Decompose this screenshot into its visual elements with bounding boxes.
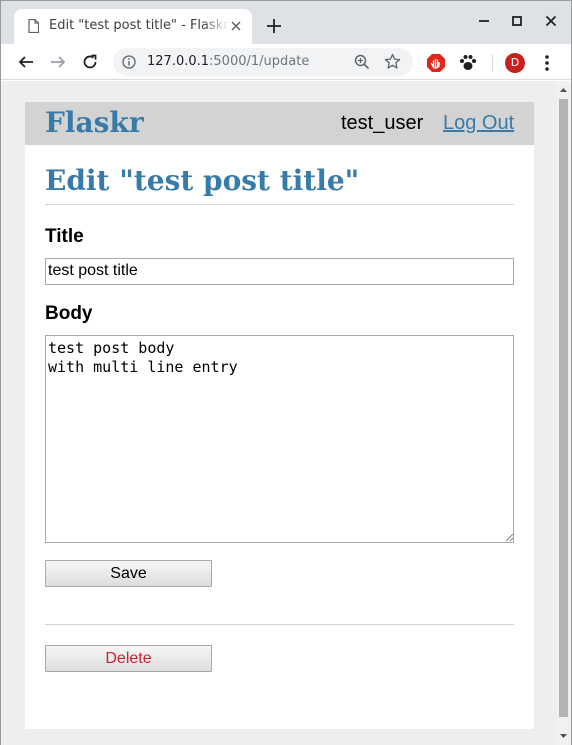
form-divider <box>45 624 514 625</box>
page-viewport: Flaskr test_user Log Out Edit "test post… <box>1 81 571 745</box>
logout-link[interactable]: Log Out <box>443 112 514 135</box>
header-divider <box>45 204 514 205</box>
back-icon[interactable] <box>17 53 35 71</box>
tab-strip: Edit "test post title" - Flaskr <box>1 1 571 44</box>
username-label: test_user <box>341 112 424 134</box>
tab-title: Edit "test post title" - Flaskr <box>49 18 229 33</box>
minimize-icon[interactable] <box>476 13 492 29</box>
zoom-icon[interactable] <box>354 54 370 70</box>
browser-window: Edit "test post title" - Flaskr 127.0.0.… <box>0 0 572 745</box>
title-label: Title <box>45 226 84 247</box>
more-menu-icon[interactable] <box>541 53 553 73</box>
site-nav: Flaskr test_user Log Out <box>25 102 534 145</box>
toolbar-separator <box>492 54 493 72</box>
browser-toolbar: 127.0.0.1:5000/1/update <box>1 44 571 80</box>
address-bar[interactable]: 127.0.0.1:5000/1/update <box>113 48 413 76</box>
maximize-icon[interactable] <box>509 13 525 29</box>
vertical-scrollbar[interactable] <box>556 81 571 745</box>
page-content: Flaskr test_user Log Out Edit "test post… <box>25 102 534 729</box>
close-window-icon[interactable] <box>543 13 559 29</box>
site-info-icon[interactable] <box>122 55 136 69</box>
scroll-down-arrow-icon[interactable] <box>559 732 568 740</box>
browser-tab[interactable]: Edit "test post title" - Flaskr <box>14 9 252 44</box>
scroll-up-arrow-icon[interactable] <box>559 86 568 94</box>
close-tab-icon[interactable] <box>229 19 243 33</box>
save-button[interactable]: Save <box>45 560 212 587</box>
url-host: 127.0.0.1 <box>147 54 210 69</box>
delete-button[interactable]: Delete <box>45 645 212 672</box>
brand-logo[interactable]: Flaskr <box>45 106 144 139</box>
title-input[interactable]: test post title <box>45 258 514 285</box>
url-text[interactable]: 127.0.0.1:5000/1/update <box>147 54 309 69</box>
new-tab-icon[interactable] <box>265 17 283 35</box>
url-path: :5000/1/update <box>209 54 310 69</box>
resize-handle-icon[interactable] <box>505 533 514 542</box>
scrollbar-thumb[interactable] <box>559 99 568 717</box>
forward-icon[interactable] <box>49 53 67 71</box>
profile-avatar[interactable]: D <box>505 53 525 73</box>
page-title: Edit "test post title" <box>45 164 360 197</box>
bookmark-star-icon[interactable] <box>384 53 401 70</box>
extension-paw-icon[interactable] <box>458 53 478 73</box>
document-icon <box>28 19 39 33</box>
reload-icon[interactable] <box>81 53 99 71</box>
body-label: Body <box>45 303 93 324</box>
body-textarea[interactable]: test post body with multi line entry <box>45 335 514 543</box>
adblock-icon[interactable] <box>426 53 446 73</box>
